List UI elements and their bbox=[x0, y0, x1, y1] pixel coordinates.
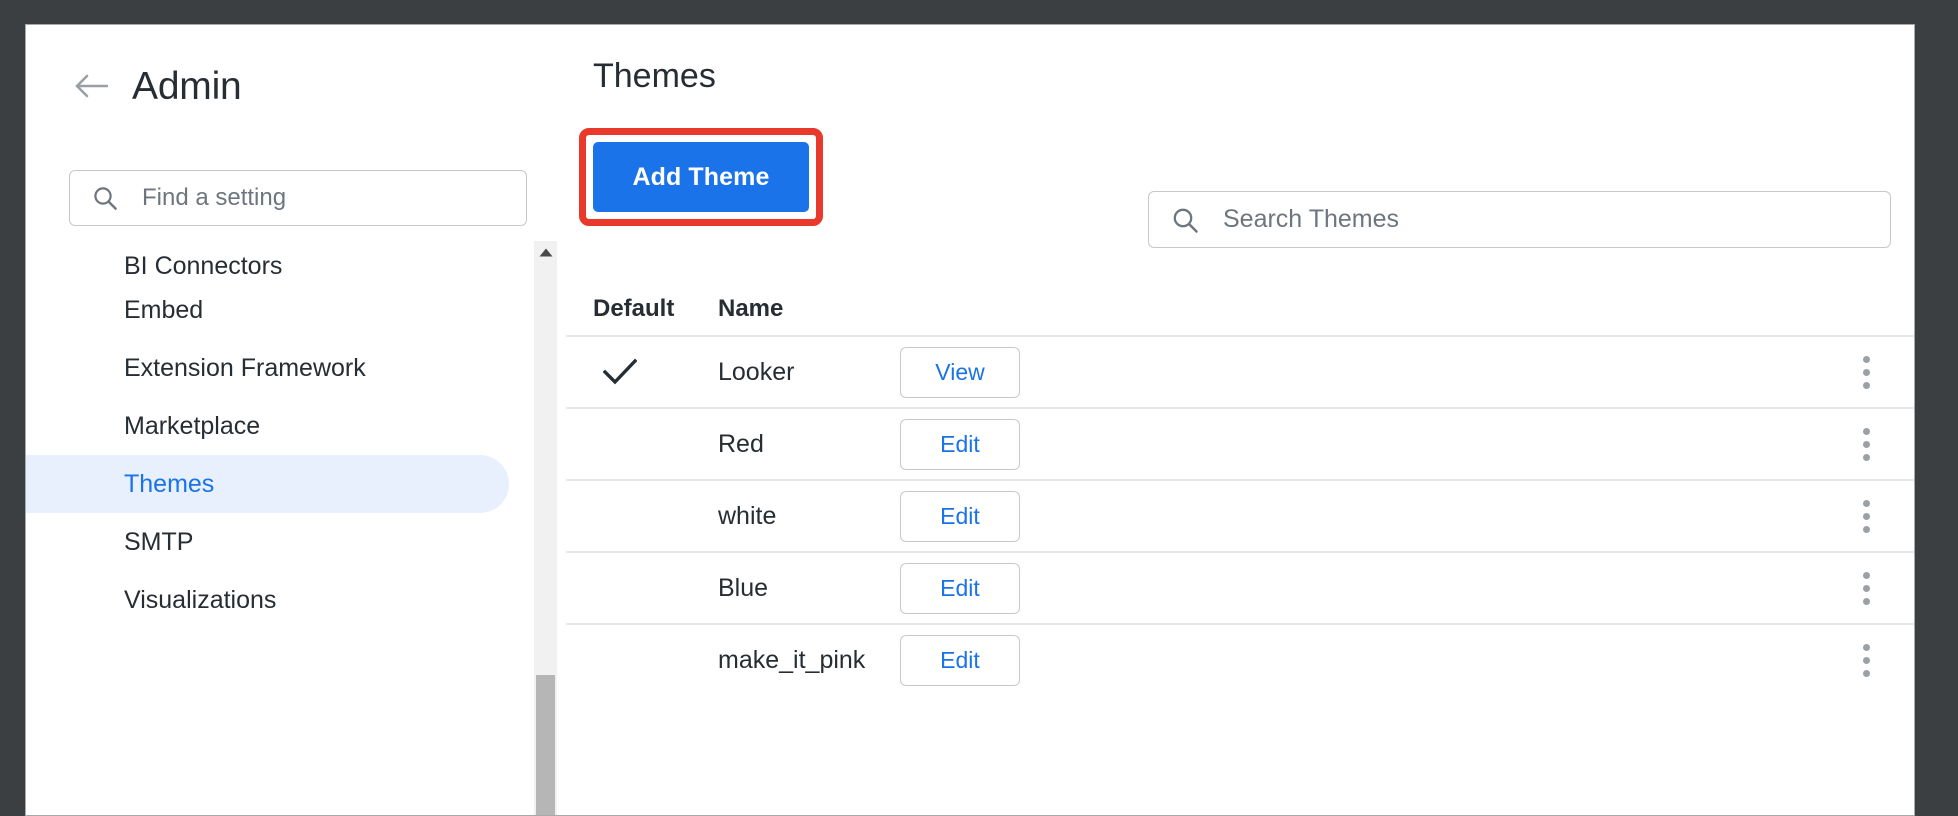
edit-theme-button[interactable]: Edit bbox=[900, 419, 1020, 470]
sidebar-item-visualizations[interactable]: Visualizations bbox=[26, 571, 509, 629]
sidebar-item-themes[interactable]: Themes bbox=[26, 455, 509, 513]
sidebar-item-label: SMTP bbox=[124, 528, 193, 557]
row-menu-button[interactable] bbox=[1816, 565, 1915, 612]
action-cell: Edit bbox=[900, 491, 1172, 542]
column-header-default: Default bbox=[593, 295, 718, 323]
row-menu-button[interactable] bbox=[1816, 493, 1915, 540]
search-icon bbox=[1171, 206, 1199, 234]
row-menu-button[interactable] bbox=[1816, 349, 1915, 396]
search-icon bbox=[92, 185, 118, 211]
app-panel: Admin BI Connectors Embed bbox=[25, 24, 1915, 816]
edit-theme-button[interactable]: Edit bbox=[900, 491, 1020, 542]
checkmark-icon bbox=[603, 358, 637, 386]
column-header-name: Name bbox=[718, 295, 900, 323]
action-cell: Edit bbox=[900, 419, 1172, 470]
kebab-menu-icon bbox=[1853, 493, 1880, 540]
sidebar-item-marketplace[interactable]: Marketplace bbox=[26, 397, 509, 455]
row-menu-button[interactable] bbox=[1816, 421, 1915, 468]
action-cell: Edit bbox=[900, 635, 1172, 686]
edit-theme-button[interactable]: Edit bbox=[900, 563, 1020, 614]
row-menu-button[interactable] bbox=[1816, 637, 1915, 684]
sidebar-item-label: Extension Framework bbox=[124, 354, 366, 383]
action-cell: View bbox=[900, 347, 1172, 398]
action-cell: Edit bbox=[900, 563, 1172, 614]
table-row: white Edit bbox=[566, 479, 1915, 551]
search-themes-field[interactable] bbox=[1148, 191, 1891, 248]
table-row: ✓ Looker View bbox=[566, 335, 1915, 407]
admin-pane: Admin BI Connectors Embed bbox=[26, 25, 566, 815]
table-row: Red Edit bbox=[566, 407, 1915, 479]
table-header-row: Default Name bbox=[566, 283, 1915, 335]
sidebar-item-label: Visualizations bbox=[124, 586, 276, 615]
search-themes-input[interactable] bbox=[1221, 204, 1825, 235]
sidebar-item-bi-connectors[interactable]: BI Connectors bbox=[26, 241, 509, 281]
sidebar-scrollbar[interactable] bbox=[534, 241, 557, 815]
theme-name: make_it_pink bbox=[718, 646, 900, 675]
sidebar-item-label: Embed bbox=[124, 296, 203, 325]
find-setting-input[interactable] bbox=[140, 183, 484, 213]
sidebar-item-label: Themes bbox=[124, 470, 214, 499]
default-cell: ✓ bbox=[593, 358, 718, 386]
triangle-up-icon[interactable] bbox=[534, 241, 557, 263]
kebab-menu-icon bbox=[1853, 565, 1880, 612]
admin-header: Admin bbox=[26, 49, 566, 123]
kebab-menu-icon bbox=[1853, 349, 1880, 396]
sidebar-item-embed[interactable]: Embed bbox=[26, 281, 509, 339]
theme-name: white bbox=[718, 502, 900, 531]
theme-name: Red bbox=[718, 430, 900, 459]
sidebar-item-extension-framework[interactable]: Extension Framework bbox=[26, 339, 509, 397]
sidebar-item-smtp[interactable]: SMTP bbox=[26, 513, 509, 571]
theme-name: Looker bbox=[718, 358, 900, 387]
sidebar-scrollbar-thumb[interactable] bbox=[536, 675, 555, 815]
theme-name: Blue bbox=[718, 574, 900, 603]
sidebar-item-label: Marketplace bbox=[124, 412, 260, 441]
screen: Admin BI Connectors Embed bbox=[0, 0, 1958, 816]
themes-table: Default Name ✓ Looker bbox=[566, 283, 1915, 695]
kebab-menu-icon bbox=[1853, 421, 1880, 468]
find-setting-field[interactable] bbox=[69, 170, 527, 226]
page-title: Admin bbox=[132, 67, 242, 106]
back-arrow-icon[interactable] bbox=[74, 69, 108, 103]
admin-nav-list: BI Connectors Embed Extension Framework … bbox=[26, 241, 566, 815]
themes-heading: Themes bbox=[593, 57, 716, 96]
table-row: Blue Edit bbox=[566, 551, 1915, 623]
sidebar-item-label: BI Connectors bbox=[124, 252, 282, 281]
add-theme-button[interactable]: Add Theme bbox=[593, 142, 809, 212]
themes-pane: Themes Add Theme Default Name bbox=[566, 25, 1915, 815]
table-row: make_it_pink Edit bbox=[566, 623, 1915, 695]
edit-theme-button[interactable]: Edit bbox=[900, 635, 1020, 686]
view-theme-button[interactable]: View bbox=[900, 347, 1020, 398]
kebab-menu-icon bbox=[1853, 637, 1880, 684]
